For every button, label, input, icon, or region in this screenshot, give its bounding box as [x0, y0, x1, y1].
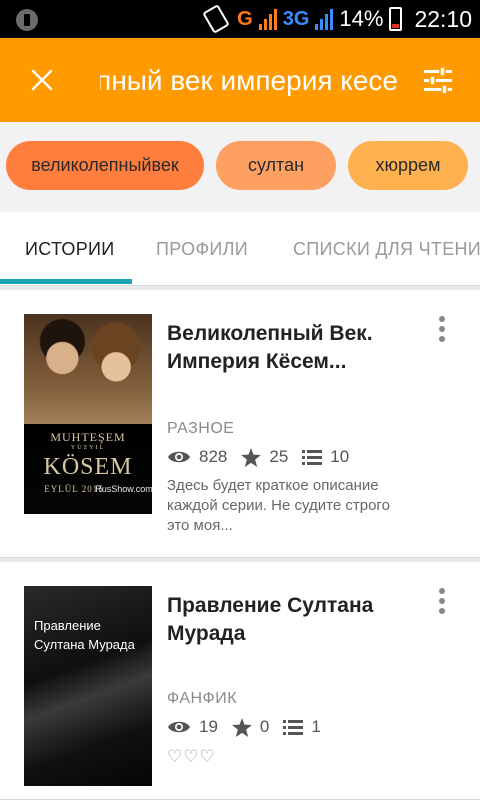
search-app-bar: Великолепный век империя кесе — [0, 38, 480, 122]
story-cover[interactable]: MUHTEŞEM YÜZYIL KÖSEM EYLÜL 2015 RusShow… — [24, 314, 152, 514]
cover-text: KÖSEM — [43, 454, 133, 480]
filter-icon — [424, 67, 452, 93]
votes-count: 0 — [259, 717, 270, 736]
eye-icon — [167, 449, 191, 465]
cover-watermark: RusShow.com — [95, 484, 152, 494]
cover-text: YÜZYIL — [70, 445, 106, 451]
story-title[interactable]: Великолепный Век. Империя Кёсем... — [167, 320, 407, 376]
status-bar: G 3G 14% 22:10 — [0, 0, 480, 38]
hearts-rating: ♡♡♡ — [167, 747, 216, 766]
eye-icon — [167, 719, 191, 735]
star-icon — [241, 447, 262, 467]
search-query-text: Великолепный век империя кесе — [100, 65, 398, 96]
active-tab-indicator — [0, 279, 132, 284]
cover-text: MUHTEŞEM — [50, 430, 126, 444]
more-options-button[interactable] — [432, 584, 452, 618]
tag-chip[interactable]: хюррем — [348, 141, 468, 190]
story-title[interactable]: Правление Султана Мурада — [167, 592, 407, 648]
tab-profiles[interactable]: ПРОФИЛИ — [156, 239, 248, 260]
parts-list-icon — [302, 449, 323, 465]
cover-photo — [24, 314, 152, 424]
signal-icon-2 — [315, 8, 334, 30]
cover-text: Правление Султана Мурада — [34, 618, 135, 652]
tab-bar: ИСТОРИИ ПРОФИЛИ СПИСКИ ДЛЯ ЧТЕНИЯ — [0, 212, 480, 286]
story-stats: 828 25 10 — [167, 444, 363, 470]
star-icon — [232, 717, 252, 737]
battery-icon — [389, 7, 403, 31]
network-type-1: G — [237, 7, 253, 30]
tag-chip[interactable]: великолепныйвек — [6, 141, 204, 190]
parts-count: 10 — [330, 447, 350, 466]
parts-list-icon — [283, 719, 304, 735]
views-count: 19 — [199, 717, 218, 736]
close-button[interactable] — [22, 60, 62, 100]
search-input[interactable]: Великолепный век империя кесе — [100, 64, 398, 98]
story-description: Здесь будет краткое описание каждой сери… — [167, 477, 390, 534]
story-category: РАЗНОЕ — [167, 420, 235, 437]
story-card[interactable]: Правление Султана Мурада Правление Султа… — [0, 562, 480, 800]
tab-reading-lists[interactable]: СПИСКИ ДЛЯ ЧТЕНИЯ — [293, 239, 480, 260]
more-options-button[interactable] — [432, 312, 452, 346]
parts-count: 1 — [311, 717, 321, 736]
story-cover[interactable]: Правление Султана Мурада — [24, 586, 152, 786]
close-icon — [31, 69, 53, 91]
tag-chips-bar: великолепныйвек султан хюррем — [0, 122, 480, 212]
clock: 22:10 — [414, 5, 472, 32]
status-bar-right: G 3G 14% 22:10 — [202, 0, 472, 38]
story-stats: 19 0 1 — [167, 714, 335, 740]
notification-icon — [16, 9, 38, 31]
views-count: 828 — [199, 447, 228, 466]
phone-rotate-icon — [202, 4, 230, 34]
story-card[interactable]: MUHTEŞEM YÜZYIL KÖSEM EYLÜL 2015 RusShow… — [0, 290, 480, 558]
tab-stories[interactable]: ИСТОРИИ — [25, 239, 115, 260]
network-type-2: 3G — [282, 7, 310, 30]
filter-button[interactable] — [418, 60, 458, 100]
signal-icon — [258, 8, 277, 30]
battery-percent: 14% — [339, 6, 384, 31]
tag-chip[interactable]: султан — [216, 141, 336, 190]
story-category: ФАНФИК — [167, 690, 238, 707]
story-list: MUHTEŞEM YÜZYIL KÖSEM EYLÜL 2015 RusShow… — [0, 286, 480, 800]
votes-count: 25 — [269, 447, 289, 466]
